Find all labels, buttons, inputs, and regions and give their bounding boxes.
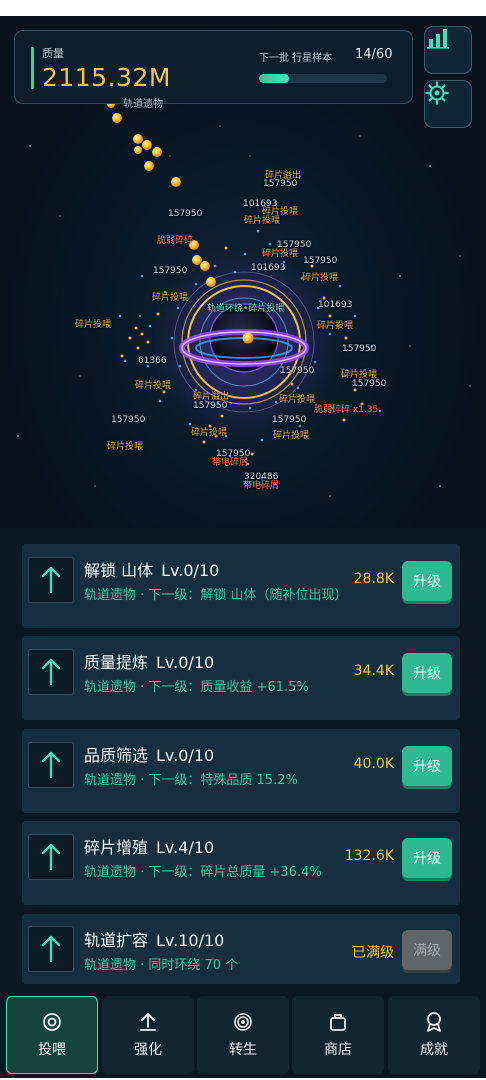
float-text: 碎片投喂	[302, 273, 339, 283]
mass-accent-bar	[31, 47, 34, 89]
arrow-up-icon	[41, 751, 61, 779]
float-number: 61366	[138, 356, 167, 366]
mass-label: 质量	[42, 47, 64, 60]
upgrade-icon-box	[28, 557, 74, 603]
upgrade-card: 解锁 山体 Lv.0/10 轨道遗物 · 下一级：解锁 山体（随补位出现） 28.…	[22, 544, 460, 628]
upgrade-title: 轨道扩容 Lv.10/10	[84, 931, 225, 950]
float-number: 101693	[251, 263, 286, 273]
nav-label: 成就	[420, 1042, 448, 1058]
upload-arrow-icon	[140, 1013, 156, 1031]
upgrade-title: 碎片增殖 Lv.4/10	[84, 838, 215, 857]
upgrade-maxed-button[interactable]: 满级	[402, 930, 452, 970]
float-number: 101693	[318, 300, 353, 310]
upgrade-title: 质量提炼 Lv.0/10	[84, 653, 215, 672]
upgrade-card: 碎片增殖 Lv.4/10 轨道遗物 · 下一级：碎片总质量 +36.4% 132.…	[22, 821, 460, 905]
nav-achievements[interactable]: 成就	[388, 996, 480, 1074]
float-text: 碎片投喂	[262, 249, 299, 259]
stats-button[interactable]	[424, 26, 472, 74]
nav-label: 转生	[229, 1042, 257, 1058]
float-text: 碎片投喂	[135, 381, 172, 391]
float-number: 157950	[280, 366, 315, 376]
spiral-icon	[234, 1013, 252, 1031]
upgrade-description: 轨道遗物 · 下一级：解锁 山体（随补位出现）	[84, 588, 348, 603]
ring-label: 轨道环绕•碎片投喂	[207, 304, 285, 314]
upgrade-card: 轨道扩容 Lv.10/10 轨道遗物 · 同时环绕 70 个 已满级 满级	[22, 914, 460, 984]
float-number: 157950	[352, 379, 387, 389]
upgrade-title: 解锁 山体 Lv.0/10	[84, 561, 220, 580]
upgrade-title: 品质筛选 Lv.0/10	[84, 746, 215, 765]
arrow-up-icon	[41, 658, 61, 686]
nav-label: 投喂	[38, 1042, 66, 1058]
core-orb	[242, 332, 254, 344]
game-frame: 碎片溢出 157950 157950 101693 碎片投喂 碎片投喂 脆弱碎碎…	[0, 16, 486, 1078]
float-text: 碎片投喂	[107, 442, 144, 452]
nav-label: 商店	[324, 1042, 352, 1058]
upgrade-description: 轨道遗物 · 下一级：质量收益 +61.5%	[84, 680, 309, 695]
float-text: 带电碎屑	[243, 481, 280, 491]
upgrade-max-status: 已满级	[352, 945, 394, 961]
nav-rebirth[interactable]: 转生	[197, 996, 289, 1074]
upgrade-button[interactable]: 升级	[402, 561, 452, 601]
float-text: 碎片投喂	[279, 395, 316, 405]
upgrade-icon-box	[28, 649, 74, 695]
mass-panel: 质量 2115.32M 轨道遗物 下一批 行星样本 14/60	[14, 30, 413, 110]
float-text: 碎片投喂	[273, 431, 310, 441]
upgrade-card: 品质筛选 Lv.0/10 轨道遗物 · 下一级：特殊品质 15.2% 40.0K …	[22, 729, 460, 813]
incoming-fragments	[107, 100, 216, 287]
upgrade-cost: 28.8K	[353, 571, 394, 587]
float-number: 157950	[193, 401, 228, 411]
upgrade-list: 解锁 山体 Lv.0/10 轨道遗物 · 下一级：解锁 山体（随补位出现） 28.…	[0, 528, 486, 1000]
float-number: 157950	[342, 344, 377, 354]
upgrade-cost: 132.6K	[344, 848, 394, 864]
nav-label: 强化	[134, 1042, 162, 1058]
medal-icon	[427, 1012, 441, 1032]
shop-bag-icon	[330, 1014, 346, 1031]
upgrade-cost: 40.0K	[353, 756, 394, 772]
gear-icon	[425, 81, 449, 105]
float-text: 脆弱碎碎 x1.35	[314, 405, 379, 415]
upgrade-card: 质量提炼 Lv.0/10 轨道遗物 · 下一级：质量收益 +61.5% 34.4K…	[22, 636, 460, 720]
upgrade-icon-box	[28, 742, 74, 788]
float-text: 带电碎屑	[212, 458, 249, 468]
upgrade-description: 轨道遗物 · 下一级：碎片总质量 +36.4%	[84, 865, 322, 880]
float-text: 碎片投喂	[317, 321, 354, 331]
upgrade-description: 轨道遗物 · 下一级：特殊品质 15.2%	[84, 773, 298, 788]
upgrade-button[interactable]: 升级	[402, 838, 452, 878]
upgrade-icon-box	[28, 926, 74, 972]
float-number: 157950	[111, 415, 146, 425]
float-number: 157950	[153, 266, 188, 276]
space-playfield[interactable]: 碎片溢出 157950 157950 101693 碎片投喂 碎片投喂 脆弱碎碎…	[0, 16, 486, 528]
float-number: 157950	[168, 209, 203, 219]
bottom-nav: 投喂 强化 转生 商店 成就	[0, 994, 486, 1078]
nav-feed[interactable]: 投喂	[6, 996, 98, 1074]
next-batch-progress-fill	[259, 74, 289, 83]
float-number: 157950	[303, 256, 338, 266]
arrow-up-icon	[41, 566, 61, 594]
upgrade-description: 轨道遗物 · 同时环绕 70 个	[84, 958, 239, 973]
mass-value: 2115.32M	[42, 63, 171, 92]
nav-shop[interactable]: 商店	[292, 996, 384, 1074]
next-batch-label: 下一批 行星样本	[259, 53, 333, 64]
arrow-up-icon	[41, 935, 61, 963]
settings-button[interactable]	[424, 80, 472, 128]
mass-sub-label: 轨道遗物	[123, 99, 163, 110]
nav-upgrade[interactable]: 强化	[102, 996, 194, 1074]
float-number: 157950	[263, 179, 298, 189]
bar-chart-icon	[427, 29, 449, 49]
upgrade-button[interactable]: 升级	[402, 653, 452, 693]
float-text: 碎片投喂	[75, 320, 112, 330]
float-text: 碎片投喂	[191, 428, 228, 438]
float-number: 157950	[272, 415, 307, 425]
upgrade-icon-box	[28, 834, 74, 880]
float-text: 碎片投喂	[152, 293, 189, 303]
float-text: 脆弱碎碎	[157, 236, 194, 246]
float-text: 碎片投喂	[244, 216, 281, 226]
next-batch-count: 14/60	[355, 47, 393, 62]
upgrade-button[interactable]: 升级	[402, 746, 452, 786]
target-icon	[43, 1013, 61, 1031]
arrow-up-icon	[41, 843, 61, 871]
next-batch-progress	[259, 74, 387, 83]
upgrade-cost: 34.4K	[353, 663, 394, 679]
